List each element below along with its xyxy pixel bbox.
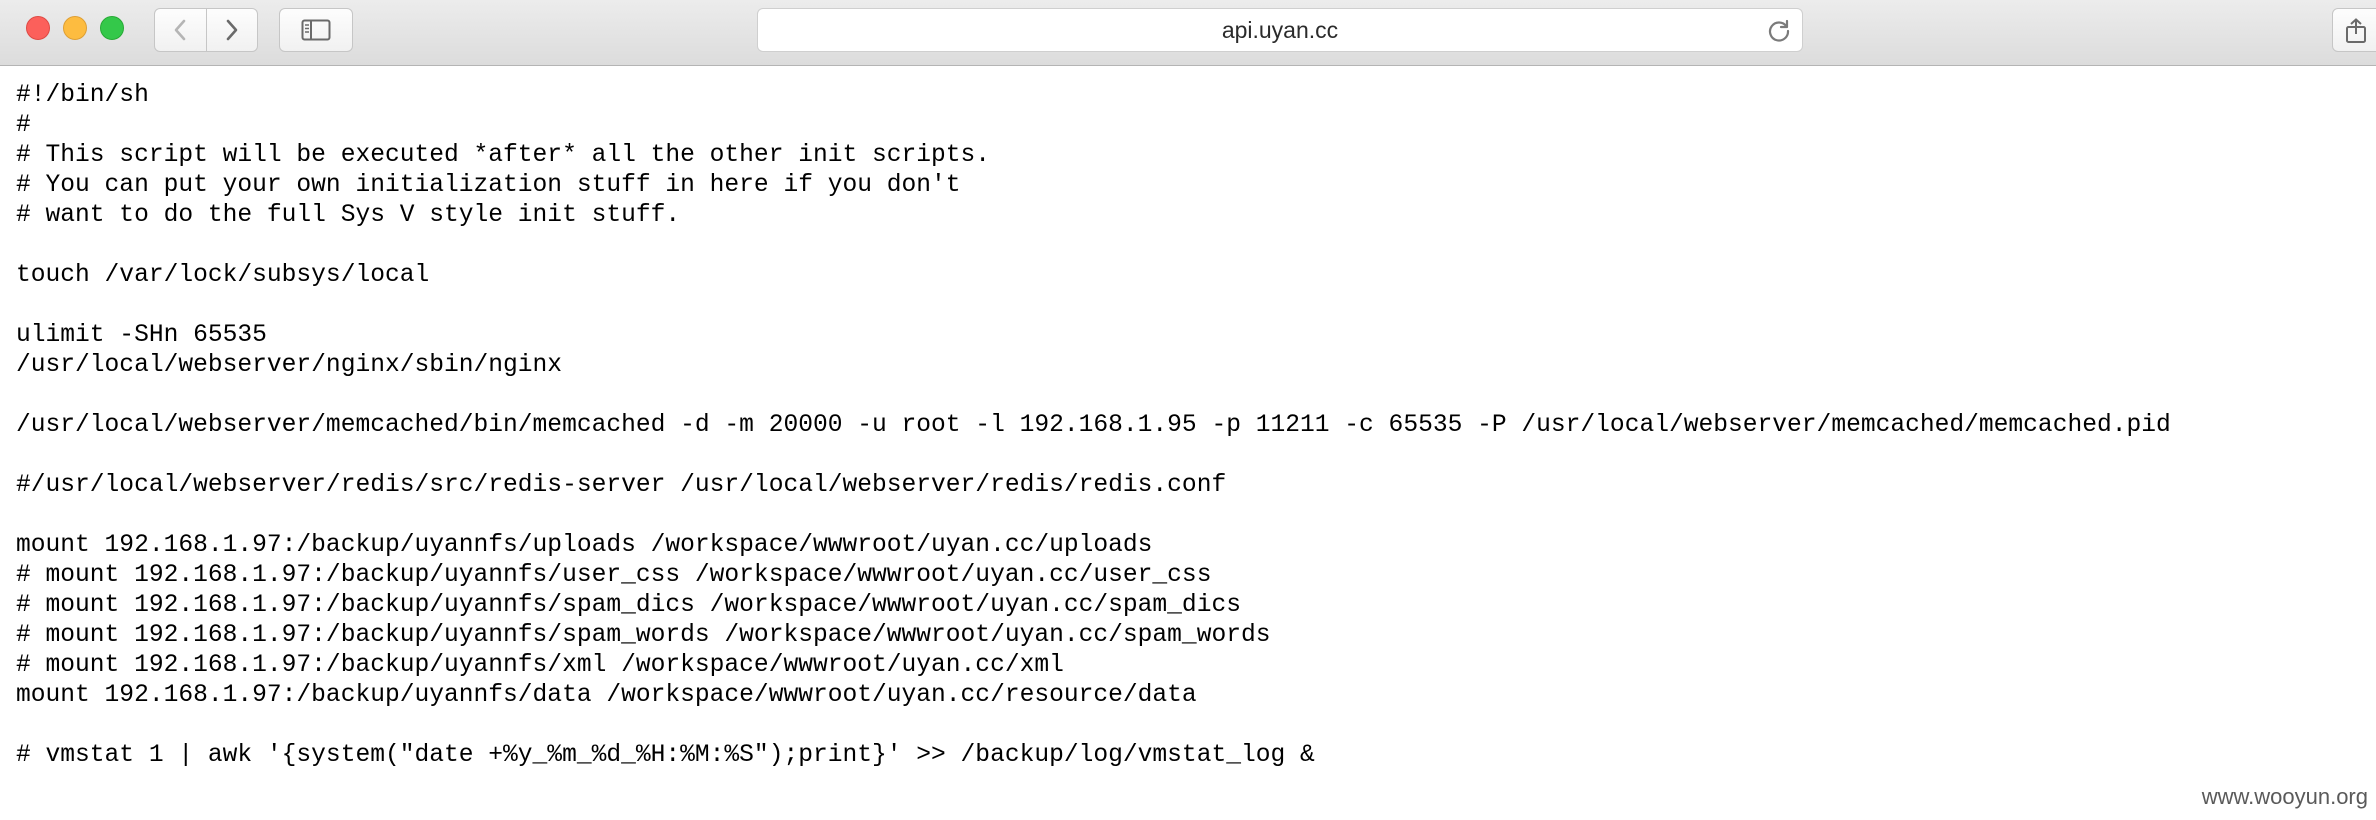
- sidebar-toggle-button[interactable]: [279, 8, 353, 52]
- code-line: # want to do the full Sys V style init s…: [16, 202, 681, 229]
- code-line: # This script will be executed *after* a…: [16, 142, 991, 169]
- code-line: # mount 192.168.1.97:/backup/uyannfs/xml…: [16, 652, 1064, 679]
- watermark-text: www.wooyun.org: [2201, 784, 2368, 809]
- code-line: ulimit -SHn 65535: [16, 322, 267, 349]
- close-window-button[interactable]: [26, 16, 50, 40]
- code-line: touch /var/lock/subsys/local: [16, 262, 430, 289]
- code-line: #/usr/local/webserver/redis/src/redis-se…: [16, 472, 1227, 499]
- code-line: /usr/local/webserver/memcached/bin/memca…: [16, 412, 2171, 439]
- address-url: api.uyan.cc: [1221, 16, 1339, 43]
- share-button[interactable]: [2332, 8, 2376, 52]
- code-line: # vmstat 1 | awk '{system("date +%y_%m_%…: [16, 742, 1315, 769]
- chevron-right-icon: [226, 19, 238, 41]
- code-line: # mount 192.168.1.97:/backup/uyannfs/spa…: [16, 622, 1271, 649]
- address-bar[interactable]: api.uyan.cc: [757, 8, 1803, 52]
- navigation-buttons: [154, 8, 258, 52]
- minimize-window-button[interactable]: [63, 16, 87, 40]
- code-line: mount 192.168.1.97:/backup/uyannfs/data …: [16, 682, 1197, 709]
- code-line: # You can put your own initialization st…: [16, 172, 961, 199]
- page-content: #!/bin/sh # # This script will be executed…: [0, 67, 2376, 820]
- sidebar-icon: [301, 19, 331, 41]
- forward-button[interactable]: [206, 8, 258, 52]
- zoom-window-button[interactable]: [100, 16, 124, 40]
- reload-icon[interactable]: [1766, 18, 1792, 44]
- chevron-left-icon: [174, 19, 186, 41]
- code-line: # mount 192.168.1.97:/backup/uyannfs/spa…: [16, 592, 1241, 619]
- code-line: mount 192.168.1.97:/backup/uyannfs/uploa…: [16, 532, 1153, 559]
- shell-script-text: #!/bin/sh # # This script will be executed…: [16, 81, 2171, 771]
- code-line: /usr/local/webserver/nginx/sbin/nginx: [16, 352, 563, 379]
- back-button[interactable]: [154, 8, 207, 52]
- browser-window: api.uyan.cc #!/bin/sh # # This script will…: [0, 0, 2376, 820]
- code-line: #!/bin/sh: [16, 82, 149, 109]
- share-icon: [2346, 18, 2366, 43]
- code-line: #: [16, 112, 31, 139]
- browser-toolbar: api.uyan.cc: [0, 0, 2376, 66]
- code-line: # mount 192.168.1.97:/backup/uyannfs/use…: [16, 562, 1212, 589]
